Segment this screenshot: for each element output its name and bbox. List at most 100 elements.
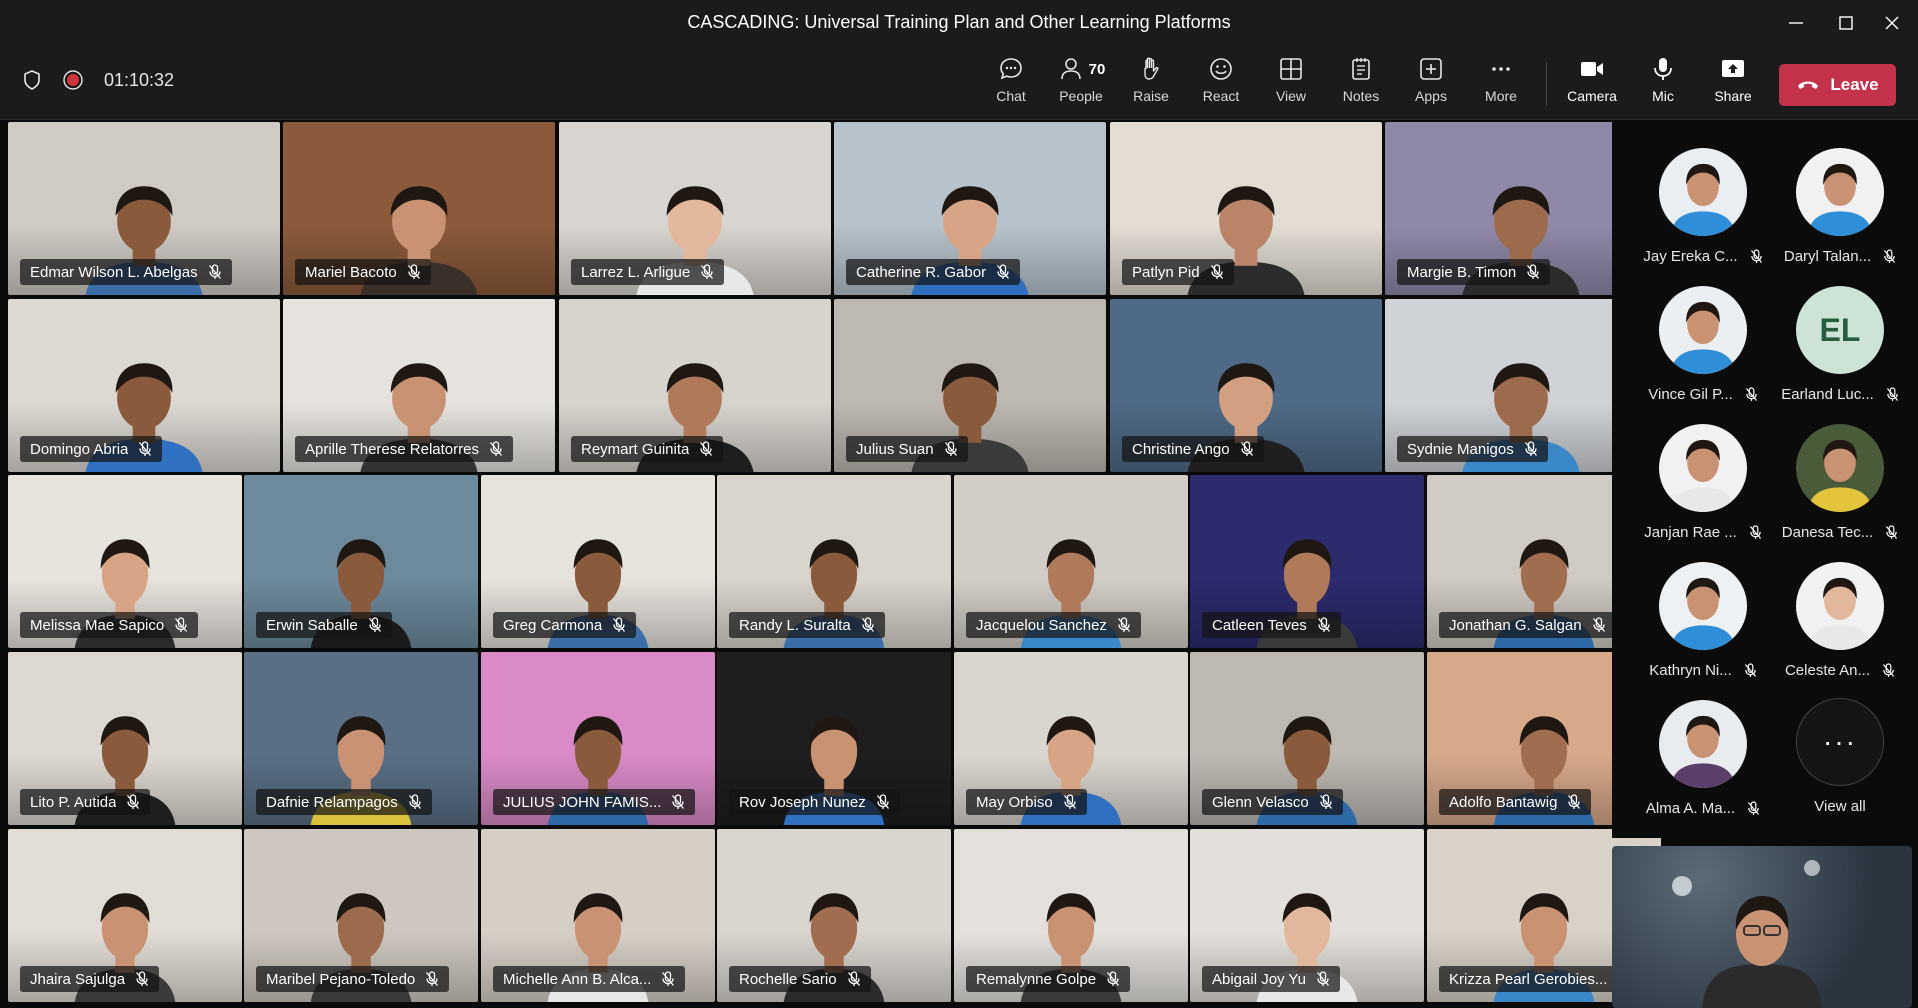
title-bar: CASCADING: Universal Training Plan and O… [0, 0, 1918, 46]
mic-muted-icon [127, 794, 140, 809]
camera-button[interactable]: Camera [1560, 52, 1624, 114]
roster-participant-name: Janjan Rae ... [1644, 524, 1762, 541]
participant-video-tile[interactable]: Dafnie Relampagos [244, 652, 478, 825]
participant-name-tag: Randy L. Suralta [729, 612, 885, 638]
close-button[interactable] [1866, 0, 1918, 46]
mic-muted-icon [1886, 525, 1898, 539]
participant-name-tag: Catleen Teves [1202, 612, 1341, 638]
participant-video-tile[interactable]: Michelle Ann B. Alca... [481, 829, 715, 1002]
participant-video-tile[interactable]: Aprille Therese Relatorres [283, 299, 555, 472]
self-view-video[interactable] [1612, 846, 1912, 1008]
participant-video-tile[interactable]: Larrez L. Arligue [559, 122, 831, 295]
participant-video-tile[interactable]: Melissa Mae Sapico [8, 475, 242, 648]
avatar-photo [1808, 163, 1872, 236]
mic-muted-icon [1744, 663, 1756, 677]
people-button[interactable]: 70 People [1050, 52, 1112, 114]
people-count: 70 [1088, 60, 1106, 78]
participant-name: Jhaira Sajulga [30, 970, 126, 988]
maximize-button[interactable] [1820, 0, 1872, 46]
participant-name-tag: Jonathan G. Salgan [1439, 612, 1616, 638]
participant-name: Randy L. Suralta [739, 616, 851, 634]
roster-participant[interactable]: Jay Ereka C... [1634, 146, 1772, 284]
participant-video-tile[interactable]: Patlyn Pid [1110, 122, 1382, 295]
participant-name-tag: Patlyn Pid [1122, 259, 1234, 285]
video-grid: Edmar Wilson L. Abelgas Mariel Bacoto Larr… [0, 122, 1661, 1008]
roster-participant[interactable]: Vince Gil P... [1634, 284, 1772, 422]
participant-video-tile[interactable]: Abigail Joy Yu [1190, 829, 1424, 1002]
leave-button[interactable]: Leave [1779, 64, 1896, 106]
mic-muted-icon [1748, 801, 1760, 815]
participant-name-tag: Edmar Wilson L. Abelgas [20, 259, 232, 285]
roster-participant[interactable]: Kathryn Ni... [1634, 560, 1772, 698]
participant-video-tile[interactable]: Maribel Pejano-Toledo [244, 829, 478, 1002]
participant-video-tile[interactable]: Glenn Velasco [1190, 652, 1424, 825]
more-button[interactable]: More [1470, 52, 1532, 114]
participant-video-tile[interactable]: Remalynne Golpe [954, 829, 1188, 1002]
mic-muted-icon [139, 441, 152, 456]
roster-participant[interactable]: Alma A. Ma... [1634, 698, 1772, 836]
mic-muted-icon [1749, 525, 1761, 539]
participant-video-tile[interactable]: Reymart Guinita [559, 299, 831, 472]
mic-muted-icon [1317, 617, 1330, 632]
participant-name: Abigail Joy Yu [1212, 970, 1306, 988]
mic-muted-icon [1884, 249, 1896, 263]
participant-name-tag: Remalynne Golpe [966, 966, 1131, 992]
participant-video-tile[interactable]: JULIUS JOHN FAMIS... [481, 652, 715, 825]
shield-icon[interactable] [22, 69, 42, 91]
notes-button[interactable]: Notes [1330, 52, 1392, 114]
minimize-icon [1789, 22, 1803, 24]
participant-name-tag: Rov Joseph Nunez [729, 789, 900, 815]
avatar [1659, 424, 1747, 512]
mic-muted-icon [701, 264, 714, 279]
roster-participant[interactable]: Daryl Talan... [1771, 146, 1909, 284]
mic-muted-icon [368, 617, 381, 632]
participant-name-tag: JULIUS JOHN FAMIS... [493, 789, 696, 815]
avatar-photo [1671, 715, 1735, 788]
participant-name: Melissa Mae Sapico [30, 616, 165, 634]
participant-name: Lito P. Autida [30, 793, 117, 811]
mic-muted-icon [1319, 794, 1332, 809]
apps-button[interactable]: Apps [1400, 52, 1462, 114]
initials-avatar: EL [1796, 286, 1884, 374]
participant-name-tag: Sydnie Manigos [1397, 436, 1548, 462]
participant-video-tile[interactable]: Jacquelou Sanchez [954, 475, 1188, 648]
raise-hand-button[interactable]: Raise [1120, 52, 1182, 114]
participant-video-tile[interactable]: Randy L. Suralta [717, 475, 951, 648]
participant-video-tile[interactable]: Rov Joseph Nunez [717, 652, 951, 825]
participant-video-tile[interactable]: Edmar Wilson L. Abelgas [8, 122, 280, 295]
participant-video-tile[interactable]: Catleen Teves [1190, 475, 1424, 648]
mic-muted-icon [1524, 441, 1537, 456]
participant-video-tile[interactable]: Greg Carmona [481, 475, 715, 648]
share-screen-icon [1722, 60, 1744, 77]
view-button[interactable]: View [1260, 52, 1322, 114]
roster-participant[interactable]: EL Earland Luc... [1771, 284, 1909, 422]
participant-name: Domingo Abria [30, 440, 129, 458]
participant-video-tile[interactable]: Christine Ango [1110, 299, 1382, 472]
minimize-button[interactable] [1770, 0, 1822, 46]
roster-participant[interactable]: Celeste An... [1771, 560, 1909, 698]
participant-video-tile[interactable]: Rochelle Sario [717, 829, 951, 1002]
participant-name: Catleen Teves [1212, 616, 1307, 634]
participant-video-tile[interactable]: May Orbiso [954, 652, 1188, 825]
mic-muted-icon [1063, 794, 1076, 809]
participant-name: JULIUS JOHN FAMIS... [503, 793, 662, 811]
view-all-participants-button[interactable]: ··· View all [1771, 698, 1909, 836]
participant-video-tile[interactable]: Erwin Saballe [244, 475, 478, 648]
participant-video-tile[interactable]: Jhaira Sajulga [8, 829, 242, 1002]
participant-video-tile[interactable]: Mariel Bacoto [283, 122, 555, 295]
participant-name: Jacquelou Sanchez [976, 616, 1107, 634]
react-button[interactable]: React [1190, 52, 1252, 114]
share-button[interactable]: Share [1702, 52, 1764, 114]
chat-button[interactable]: Chat [980, 52, 1042, 114]
participant-name: Edmar Wilson L. Abelgas [30, 263, 198, 281]
participant-video-tile[interactable]: Julius Suan [834, 299, 1106, 472]
meeting-status: 01:10:32 [22, 69, 174, 91]
participant-video-tile[interactable]: Lito P. Autida [8, 652, 242, 825]
mic-muted-icon [1527, 264, 1540, 279]
mic-button[interactable]: Mic [1632, 52, 1694, 114]
participant-name: Maribel Pejano-Toledo [266, 970, 416, 988]
roster-participant[interactable]: Janjan Rae ... [1634, 422, 1772, 560]
roster-participant[interactable]: Danesa Tec... [1771, 422, 1909, 560]
participant-video-tile[interactable]: Catherine R. Gabor [834, 122, 1106, 295]
participant-video-tile[interactable]: Domingo Abria [8, 299, 280, 472]
